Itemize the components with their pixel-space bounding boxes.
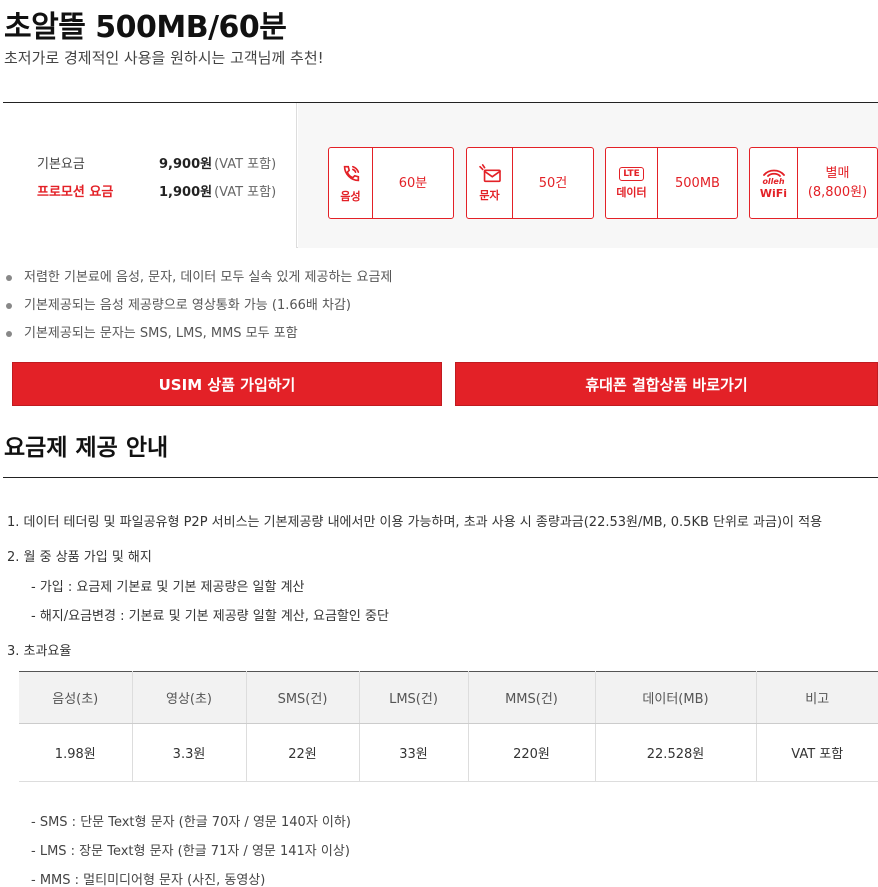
column-header: SMS(건) (246, 671, 360, 724)
base-price-row: 기본요금 9,900원 (VAT 포함) (37, 153, 276, 172)
column-header: 비고 (756, 671, 878, 724)
table-cell: 220원 (468, 723, 596, 782)
table-row: 1.98원 3.3원 22원 33원 220원 22.528원 VAT 포함 (19, 723, 878, 782)
column-header: 영상(초) (132, 671, 247, 724)
column-header: MMS(건) (468, 671, 596, 724)
page-title: 초알뜰 500MB/60분 (4, 10, 287, 45)
voice-caption: 음성 (340, 189, 361, 203)
footnote-mms: - MMS : 멀티미디어형 문자 (사진, 동영상) (31, 873, 266, 887)
table-header-row: 음성(초) 영상(초) SMS(건) LMS(건) MMS(건) 데이터(MB)… (19, 671, 878, 724)
voice-value: 60분 (398, 175, 428, 191)
data-feature: LTE 데이터 500MB (605, 147, 738, 219)
list-item: 기본제공되는 문자는 SMS, LMS, MMS 모두 포함 (6, 324, 392, 352)
message-icon (478, 163, 501, 182)
sms-icon-cell: 문자 (467, 148, 513, 218)
sms-value: 50건 (538, 175, 568, 191)
wifi-value-line2: (8,800원) (807, 185, 868, 200)
footnote-lms: - LMS : 장문 Text형 문자 (한글 71자 / 영문 141자 이상… (31, 844, 350, 859)
price-area: 기본요금 9,900원 (VAT 포함) 프로모션 요금 1,900원 (VAT… (3, 103, 297, 248)
guide-item-2-sub-2: - 해지/요금변경 : 기본료 및 기본 제공량 일할 계산, 요금할인 중단 (31, 609, 389, 624)
voice-feature: 음성 60분 (328, 147, 454, 219)
guide-item-3: 3. 초과요율 (7, 644, 72, 659)
promo-price-amount: 1,900원 (159, 185, 213, 200)
sms-caption: 문자 (479, 188, 500, 202)
phone-icon (343, 165, 359, 181)
data-value: 500MB (675, 175, 720, 191)
plan-summary: 기본요금 9,900원 (VAT 포함) 프로모션 요금 1,900원 (VAT… (3, 102, 878, 248)
wifi-icon-cell: olleh WiFi (750, 148, 798, 218)
column-header: 데이터(MB) (595, 671, 757, 724)
table-cell: 1.98원 (19, 723, 133, 782)
divider (3, 477, 878, 478)
sms-feature: 문자 50건 (466, 147, 594, 219)
guide-item-1: 1. 데이터 테더링 및 파일공유형 P2P 서비스는 기본제공량 내에서만 이… (7, 515, 823, 530)
section-title: 요금제 제공 안내 (4, 435, 169, 461)
promo-price-label: 프로모션 요금 (37, 185, 114, 200)
plan-bullets: 저렴한 기본료에 음성, 문자, 데이터 모두 실속 있게 제공하는 요금제 기… (6, 268, 392, 352)
wifi-value: 별매 (8,800원) (798, 148, 877, 218)
base-price-label: 기본요금 (37, 157, 85, 172)
voice-icon-cell: 음성 (329, 148, 373, 218)
data-icon-cell: LTE 데이터 (606, 148, 658, 218)
table-cell: VAT 포함 (756, 723, 878, 782)
wifi-icon (762, 169, 785, 177)
promo-price-note: (VAT 포함) (214, 185, 277, 200)
column-header: LMS(건) (359, 671, 469, 724)
data-caption: 데이터 (616, 185, 647, 199)
promo-price-row: 프로모션 요금 1,900원 (VAT 포함) (37, 181, 276, 200)
table-cell: 33원 (359, 723, 469, 782)
page-subtitle: 초저가로 경제적인 사용을 원하시는 고객님께 추천! (4, 49, 324, 67)
column-header: 음성(초) (19, 671, 133, 724)
list-item: 저렴한 기본료에 음성, 문자, 데이터 모두 실속 있게 제공하는 요금제 (6, 268, 392, 296)
base-price-note: (VAT 포함) (214, 157, 277, 172)
wifi-value-line1: 별매 (825, 166, 850, 181)
list-item: 기본제공되는 음성 제공량으로 영상통화 가능 (1.66배 차감) (6, 296, 392, 324)
usim-signup-button[interactable]: USIM 상품 가입하기 (12, 362, 442, 406)
phone-bundle-button[interactable]: 휴대폰 결합상품 바로가기 (455, 362, 878, 406)
table-cell: 3.3원 (132, 723, 247, 782)
table-cell: 22.528원 (595, 723, 757, 782)
table-cell: 22원 (246, 723, 360, 782)
feature-area: 음성 60분 문자 50건 LTE 데이터 500MB olleh WiFi 별… (298, 103, 878, 248)
base-price-amount: 9,900원 (159, 157, 213, 172)
guide-item-2-sub-1: - 가입 : 요금제 기본료 및 기본 제공량은 일할 계산 (31, 580, 305, 595)
guide-item-2: 2. 월 중 상품 가입 및 해지 (7, 550, 152, 565)
wifi-feature: olleh WiFi 별매 (8,800원) (749, 147, 878, 219)
lte-icon: LTE (619, 166, 644, 181)
footnote-sms: - SMS : 단문 Text형 문자 (한글 70자 / 영문 140자 이하… (31, 815, 351, 830)
wifi-brand: olleh (762, 176, 785, 186)
overage-rates-table: 음성(초) 영상(초) SMS(건) LMS(건) MMS(건) 데이터(MB)… (19, 671, 878, 782)
wifi-caption: WiFi (759, 186, 788, 200)
